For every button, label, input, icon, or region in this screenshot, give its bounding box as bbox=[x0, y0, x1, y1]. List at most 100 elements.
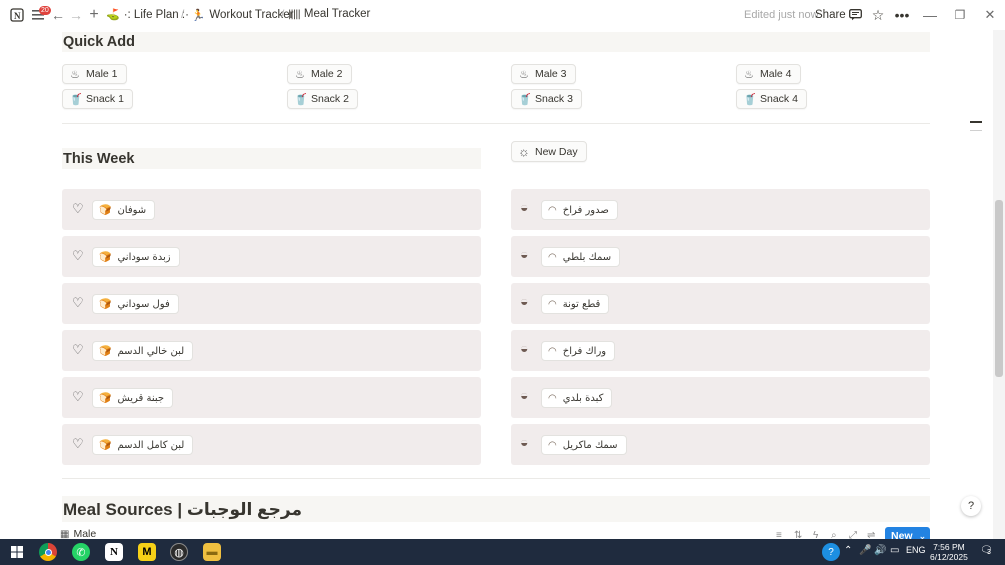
file-explorer-icon[interactable]: ▬ bbox=[203, 543, 221, 561]
runner-icon: 🏃 bbox=[191, 10, 206, 22]
quick-add-male-3-button[interactable]: ♨ Male 3 bbox=[511, 64, 576, 84]
scrollbar-thumb[interactable] bbox=[995, 200, 1003, 377]
cup-icon: 🥤 bbox=[743, 93, 757, 106]
table-of-contents-marker[interactable] bbox=[970, 130, 982, 131]
food-card[interactable]: ♡ 🍞 زبدة سوداني bbox=[62, 236, 481, 277]
heart-icon[interactable]: ♡ bbox=[72, 248, 84, 264]
food-card[interactable]: ♡ 🍞 فول سوداني bbox=[62, 283, 481, 324]
food-tag[interactable]: 🍞 جبنة قريش bbox=[92, 388, 174, 408]
chevron-up-icon[interactable]: ⌃ bbox=[844, 545, 852, 556]
more-options-icon[interactable]: ••• bbox=[893, 6, 911, 24]
settings-icon[interactable]: ⇌ bbox=[867, 530, 875, 539]
sun-icon: ☼ bbox=[518, 144, 530, 159]
bowl-icon[interactable]: ◒ bbox=[520, 340, 528, 356]
volume-icon[interactable]: 🔊 bbox=[874, 545, 886, 556]
battery-icon[interactable]: ▭ bbox=[890, 545, 899, 556]
top-bar: N 20 ← → + ⛳ ·: Life Plan :· / 🏃 Workout… bbox=[0, 0, 1005, 30]
add-icon[interactable]: + bbox=[85, 6, 103, 24]
quick-add-male-2-button[interactable]: ♨ Male 2 bbox=[287, 64, 352, 84]
quick-add-snack-3-button[interactable]: 🥤 Snack 3 bbox=[511, 89, 582, 109]
food-tag[interactable]: ◠ صدور فراخ bbox=[541, 200, 618, 220]
food-card[interactable]: ◒ ◠ صدور فراخ bbox=[511, 189, 930, 230]
quick-add-snack-1-button[interactable]: 🥤 Snack 1 bbox=[62, 89, 133, 109]
dish-icon: ◠ bbox=[548, 251, 557, 263]
bowl-icon[interactable]: ◒ bbox=[520, 387, 528, 403]
heart-icon[interactable]: ♡ bbox=[72, 389, 84, 405]
food-tag[interactable]: ◠ قطع تونة bbox=[541, 294, 610, 314]
dish-icon: ◠ bbox=[548, 345, 557, 357]
comment-icon[interactable] bbox=[846, 6, 864, 24]
language-indicator[interactable]: ENG bbox=[906, 545, 926, 555]
food-card[interactable]: ◒ ◠ سمك ماكريل bbox=[511, 424, 930, 465]
quick-add-male-4-button[interactable]: ♨ Male 4 bbox=[736, 64, 801, 84]
breadcrumb-workout-tracker[interactable]: 🏃 Workout Tracker bbox=[191, 8, 293, 22]
miro-icon[interactable]: M bbox=[138, 543, 156, 561]
food-tag[interactable]: 🍞 لبن كامل الدسم bbox=[92, 435, 194, 455]
help-button[interactable]: ? bbox=[961, 496, 981, 516]
system-clock[interactable]: 7:56 PM 6/12/2025 bbox=[930, 542, 968, 562]
food-tag[interactable]: ◠ كبدة بلدي bbox=[541, 388, 613, 408]
breadcrumb-separator: / bbox=[281, 7, 285, 21]
heart-icon[interactable]: ♡ bbox=[72, 436, 84, 452]
food-card[interactable]: ♡ 🍞 لبن خالي الدسم bbox=[62, 330, 481, 371]
breadcrumb-meal-tracker[interactable]: ||||| Meal Tracker bbox=[288, 8, 370, 20]
search-icon[interactable]: ⌕ bbox=[831, 530, 837, 539]
heart-icon[interactable]: ♡ bbox=[72, 342, 84, 358]
food-tag[interactable]: ◠ سمك ماكريل bbox=[541, 435, 627, 455]
microphone-icon[interactable]: 🎤 bbox=[859, 545, 871, 556]
back-arrow-icon[interactable]: ← bbox=[49, 6, 67, 24]
forward-arrow-icon[interactable]: → bbox=[67, 6, 85, 24]
food-tag[interactable]: ◠ سمك بلطي bbox=[541, 247, 621, 267]
heart-icon[interactable]: ♡ bbox=[72, 201, 84, 217]
windows-start-icon[interactable] bbox=[8, 543, 26, 561]
quick-add-male-1-button[interactable]: ♨ Male 1 bbox=[62, 64, 127, 84]
food-tag[interactable]: ◠ وراك فراخ bbox=[541, 341, 616, 361]
food-tag[interactable]: 🍞 شوفان bbox=[92, 200, 156, 220]
obs-icon[interactable]: ◍ bbox=[170, 543, 188, 561]
cup-icon: 🥤 bbox=[69, 93, 83, 106]
help-tray-icon[interactable]: ? bbox=[822, 543, 840, 561]
food-tag[interactable]: 🍞 زبدة سوداني bbox=[92, 247, 180, 267]
notion-logo-icon[interactable]: N bbox=[8, 6, 26, 24]
automation-icon[interactable]: ϟ bbox=[813, 530, 818, 539]
breadcrumb-life-plan[interactable]: ⛳ ·: Life Plan :· bbox=[106, 8, 189, 22]
cup-icon: 🥤 bbox=[294, 93, 308, 106]
food-card[interactable]: ◒ ◠ كبدة بلدي bbox=[511, 377, 930, 418]
maximize-icon[interactable]: ❐ bbox=[951, 6, 969, 24]
bread-icon: 🍞 bbox=[99, 298, 112, 310]
view-tab-male[interactable]: ▦ Male bbox=[60, 528, 96, 539]
food-card[interactable]: ◒ ◠ قطع تونة bbox=[511, 283, 930, 324]
table-of-contents-marker[interactable] bbox=[970, 121, 982, 123]
section-divider bbox=[62, 478, 930, 479]
sort-icon[interactable]: ⇅ bbox=[794, 530, 802, 539]
food-card[interactable]: ♡ 🍞 لبن كامل الدسم bbox=[62, 424, 481, 465]
food-card[interactable]: ♡ 🍞 شوفان bbox=[62, 189, 481, 230]
new-record-button[interactable]: New ⌄ bbox=[885, 527, 930, 539]
star-icon[interactable]: ☆ bbox=[869, 6, 887, 24]
dish-icon: ◠ bbox=[548, 439, 557, 451]
cooking-pot-icon: ♨ bbox=[295, 68, 305, 81]
quick-add-snack-2-button[interactable]: 🥤 Snack 2 bbox=[287, 89, 358, 109]
quick-add-snack-4-button[interactable]: 🥤 Snack 4 bbox=[736, 89, 807, 109]
bowl-icon[interactable]: ◒ bbox=[520, 434, 528, 450]
bread-icon: 🍞 bbox=[99, 251, 112, 263]
share-button[interactable]: Share bbox=[815, 9, 846, 21]
whatsapp-icon[interactable]: ✆ bbox=[72, 543, 90, 561]
close-icon[interactable]: ✕ bbox=[981, 6, 999, 24]
filter-icon[interactable]: ≡ bbox=[776, 530, 782, 539]
heart-icon[interactable]: ♡ bbox=[72, 295, 84, 311]
chrome-icon[interactable] bbox=[39, 543, 57, 561]
bowl-icon[interactable]: ◒ bbox=[520, 293, 528, 309]
minimize-icon[interactable]: — bbox=[921, 6, 939, 24]
bowl-icon[interactable]: ◒ bbox=[520, 246, 528, 262]
food-tag[interactable]: 🍞 فول سوداني bbox=[92, 294, 179, 314]
food-card[interactable]: ◒ ◠ وراك فراخ bbox=[511, 330, 930, 371]
notion-app-icon[interactable]: N bbox=[105, 543, 123, 561]
chevron-down-icon[interactable]: ⌄ bbox=[919, 531, 927, 540]
food-tag[interactable]: 🍞 لبن خالي الدسم bbox=[92, 341, 194, 361]
food-card[interactable]: ◒ ◠ سمك بلطي bbox=[511, 236, 930, 277]
expand-icon[interactable]: ⤢ bbox=[849, 530, 857, 539]
bowl-icon[interactable]: ◒ bbox=[520, 199, 528, 215]
new-day-button[interactable]: ☼ New Day bbox=[511, 141, 587, 162]
food-card[interactable]: ♡ 🍞 جبنة قريش bbox=[62, 377, 481, 418]
